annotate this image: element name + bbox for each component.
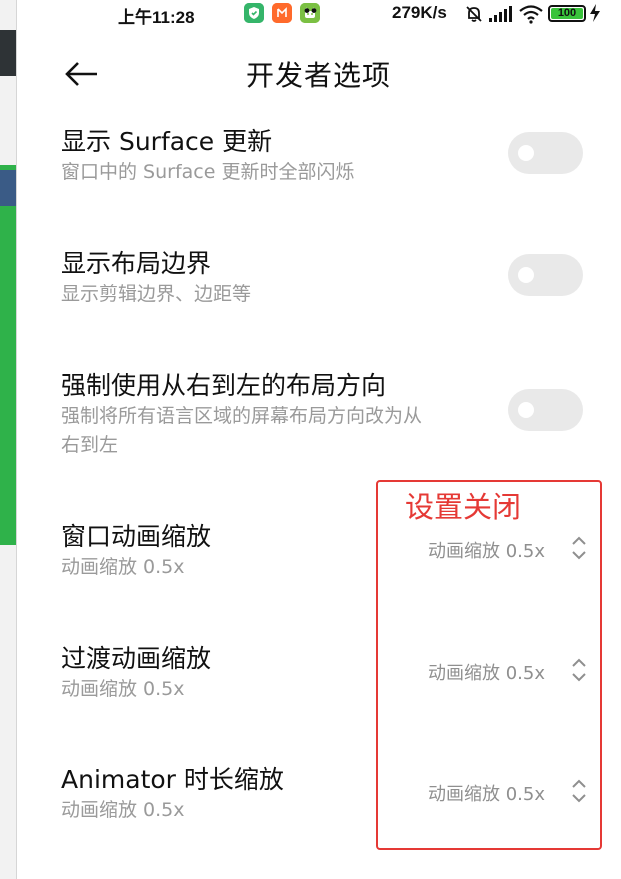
shield-app-icon [244, 3, 264, 23]
toggle-knob [518, 267, 534, 283]
annotation-label: 设置关闭 [405, 490, 522, 524]
setting-subtitle: 动画缩放 0.5x [61, 556, 185, 578]
more-notifications-indicator: •• [304, 1, 318, 20]
signal-icon [488, 4, 512, 29]
annotation-box [376, 480, 602, 850]
charging-icon [589, 3, 601, 27]
force-rtl-layout-toggle[interactable] [508, 389, 583, 431]
background-window-edge [0, 0, 17, 879]
mute-bell-icon [464, 4, 484, 29]
setting-force-rtl-layout[interactable]: 强制使用从右到左的布局方向 强制将所有语言区域的屏幕布局方向改为从 右到左 [16, 362, 621, 472]
toggle-knob [518, 402, 534, 418]
setting-show-surface-updates[interactable]: 显示 Surface 更新 窗口中的 Surface 更新时全部闪烁 [16, 118, 621, 208]
setting-subtitle: 显示剪辑边界、边距等 [61, 283, 252, 305]
setting-title: 窗口动画缩放 [61, 522, 212, 551]
setting-show-layout-bounds[interactable]: 显示布局边界 显示剪辑边界、边距等 [16, 240, 621, 330]
setting-subtitle: 动画缩放 0.5x [61, 799, 185, 821]
background-window-dark-block [0, 30, 16, 76]
setting-title: 过渡动画缩放 [61, 644, 212, 673]
toggle-knob [518, 145, 534, 161]
setting-title: 强制使用从右到左的布局方向 [61, 371, 387, 400]
background-window-blue-band [0, 170, 16, 206]
setting-subtitle: 窗口中的 Surface 更新时全部闪烁 [61, 161, 355, 183]
setting-subtitle-line-2: 右到左 [61, 434, 119, 456]
header: 开发者选项 [16, 40, 621, 104]
wifi-icon [518, 4, 544, 29]
mi-app-icon [272, 3, 292, 23]
setting-title: 显示布局边界 [61, 249, 212, 278]
network-speed: 279K/s [392, 3, 447, 22]
setting-title: Animator 时长缩放 [61, 765, 284, 794]
setting-subtitle: 动画缩放 0.5x [61, 678, 185, 700]
battery-icon: 100 [548, 5, 586, 22]
battery-level: 100 [557, 7, 577, 19]
setting-subtitle-line-1: 强制将所有语言区域的屏幕布局方向改为从 [61, 405, 423, 427]
page-title: 开发者选项 [245, 59, 391, 92]
status-bar: 上午11:28 •• 279K/s 100 [16, 0, 621, 28]
setting-title: 显示 Surface 更新 [61, 127, 273, 156]
status-time: 上午11:28 [118, 8, 195, 27]
show-surface-updates-toggle[interactable] [508, 132, 583, 174]
show-layout-bounds-toggle[interactable] [508, 254, 583, 296]
background-window-green-panel [0, 165, 16, 545]
